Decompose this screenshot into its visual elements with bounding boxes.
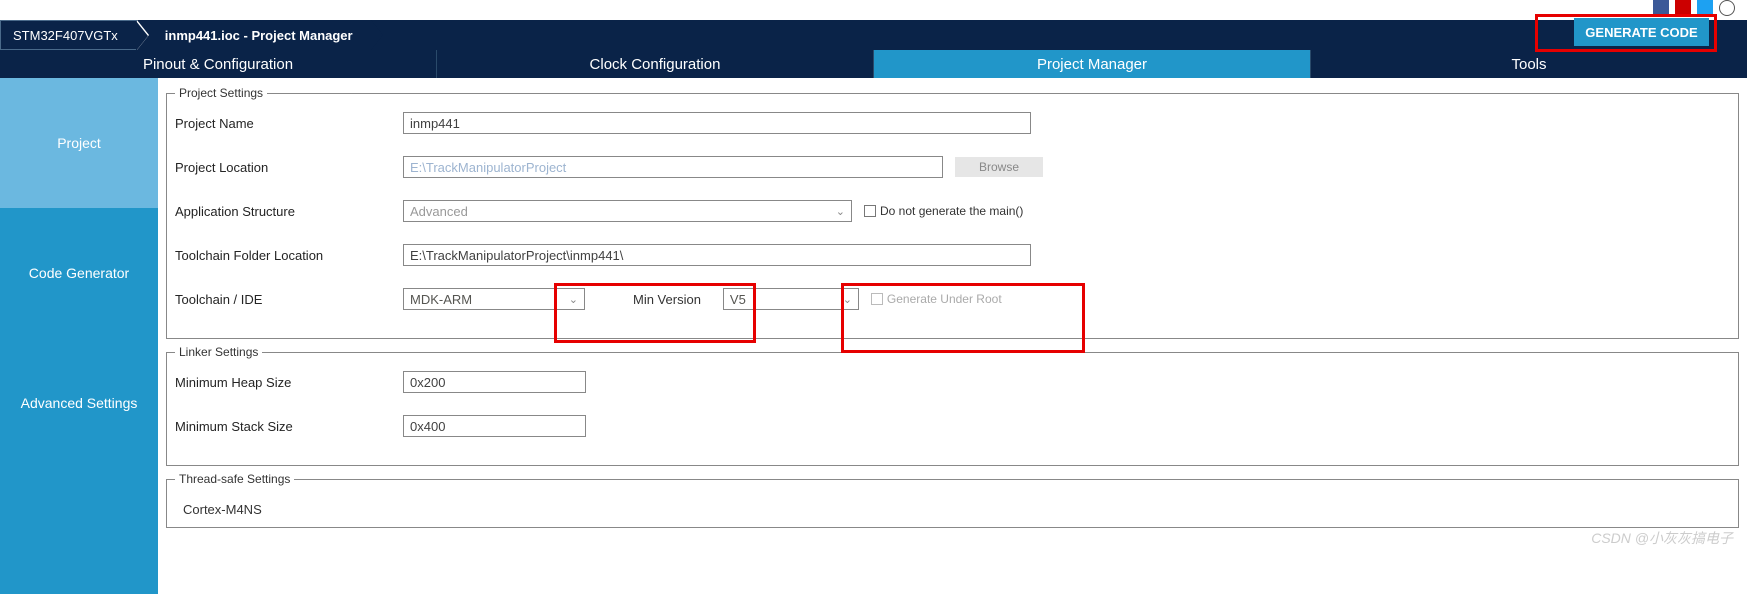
breadcrumb-file[interactable]: inmp441.ioc - Project Manager <box>137 20 371 50</box>
gen-root-checkbox <box>871 293 883 305</box>
sidebar-item-project[interactable]: Project <box>0 78 158 208</box>
min-version-value: V5 <box>730 292 746 307</box>
no-main-checkbox[interactable] <box>864 205 876 217</box>
chevron-down-icon: ⌄ <box>836 205 845 218</box>
no-main-checkbox-wrap[interactable]: Do not generate the main() <box>864 204 1023 218</box>
facebook-icon[interactable] <box>1653 0 1669 16</box>
stack-input[interactable] <box>403 415 586 437</box>
youtube-icon[interactable] <box>1675 0 1691 16</box>
settings-icon[interactable] <box>1719 0 1735 16</box>
app-structure-select[interactable]: Advanced ⌄ <box>403 200 852 222</box>
tab-tools[interactable]: Tools <box>1311 50 1747 78</box>
main-tabs: Pinout & Configuration Clock Configurati… <box>0 50 1747 78</box>
heap-label: Minimum Heap Size <box>175 375 403 390</box>
toolchain-ide-value: MDK-ARM <box>410 292 472 307</box>
breadcrumb-bar: STM32F407VGTx inmp441.ioc - Project Mana… <box>0 20 1747 50</box>
chevron-down-icon: ⌄ <box>843 293 852 306</box>
content-area: Project Settings Project Name Project Lo… <box>158 78 1747 594</box>
tab-pinout[interactable]: Pinout & Configuration <box>0 50 437 78</box>
toolchain-ide-select[interactable]: MDK-ARM ⌄ <box>403 288 585 310</box>
linker-settings-fieldset: Linker Settings Minimum Heap Size Minimu… <box>166 345 1739 466</box>
sidebar-item-advanced[interactable]: Advanced Settings <box>0 338 158 468</box>
project-settings-fieldset: Project Settings Project Name Project Lo… <box>166 86 1739 339</box>
generate-code-button[interactable]: GENERATE CODE <box>1574 18 1709 46</box>
chevron-down-icon: ⌄ <box>569 293 578 306</box>
project-location-label: Project Location <box>175 160 403 175</box>
project-settings-legend: Project Settings <box>175 86 267 100</box>
breadcrumb-device[interactable]: STM32F407VGTx <box>0 20 137 50</box>
thread-safe-fieldset: Thread-safe Settings Cortex-M4NS <box>166 472 1739 528</box>
app-structure-value: Advanced <box>410 204 468 219</box>
thread-safe-legend: Thread-safe Settings <box>175 472 294 486</box>
sidebar: Project Code Generator Advanced Settings <box>0 78 158 594</box>
project-name-input[interactable] <box>403 112 1031 134</box>
heap-input[interactable] <box>403 371 586 393</box>
social-icons <box>1653 0 1735 16</box>
toolchain-folder-label: Toolchain Folder Location <box>175 248 403 263</box>
gen-root-label: Generate Under Root <box>887 292 1002 306</box>
no-main-label: Do not generate the main() <box>880 204 1023 218</box>
tab-clock[interactable]: Clock Configuration <box>437 50 874 78</box>
browse-button[interactable]: Browse <box>955 157 1043 177</box>
toolchain-ide-label: Toolchain / IDE <box>175 292 403 307</box>
app-structure-label: Application Structure <box>175 204 403 219</box>
stack-label: Minimum Stack Size <box>175 419 403 434</box>
twitter-icon[interactable] <box>1697 0 1713 16</box>
project-name-label: Project Name <box>175 116 403 131</box>
gen-root-checkbox-wrap: Generate Under Root <box>871 292 1002 306</box>
main-area: Project Code Generator Advanced Settings… <box>0 78 1747 594</box>
toolchain-folder-input[interactable] <box>403 244 1031 266</box>
min-version-select[interactable]: V5 ⌄ <box>723 288 859 310</box>
project-location-input[interactable] <box>403 156 943 178</box>
thread-safe-core: Cortex-M4NS <box>175 498 1730 521</box>
top-toolbar <box>0 0 1747 20</box>
sidebar-item-codegen[interactable]: Code Generator <box>0 208 158 338</box>
tab-project-manager[interactable]: Project Manager <box>874 50 1311 78</box>
min-version-label: Min Version <box>633 292 701 307</box>
linker-settings-legend: Linker Settings <box>175 345 262 359</box>
